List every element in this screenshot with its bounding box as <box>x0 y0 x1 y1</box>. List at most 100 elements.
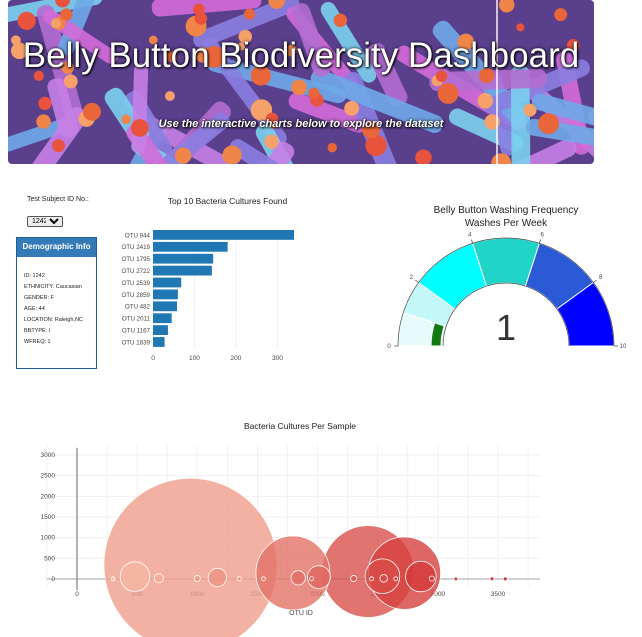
bubble-otu[interactable] <box>309 576 314 582</box>
gauge-tick-label: 0 <box>387 344 391 350</box>
bubble-y-tick-label: 500 <box>44 555 55 562</box>
bar-x-tick-label: 200 <box>231 355 242 362</box>
header-banner: Belly Button Biodiversity Dashboard Use … <box>8 0 594 164</box>
bubble-otu[interactable] <box>261 576 266 582</box>
bubble-otu[interactable] <box>502 576 508 582</box>
bacteria-coccus <box>308 87 320 99</box>
bar-x-tick-label: 100 <box>189 355 200 362</box>
bubble-otu[interactable] <box>236 576 242 582</box>
gauge-tick <box>415 279 419 283</box>
bubble-otu[interactable] <box>207 567 227 588</box>
gauge-tick <box>471 239 473 244</box>
bacteria-coccus <box>523 103 537 117</box>
bubble-y-tick-label: 3000 <box>41 452 56 459</box>
banner-divider <box>496 0 498 164</box>
top-otu-bar-chart[interactable]: 0 100 200 300 OTU 944 OTU 2419 OTU 1795 OTU 272… <box>108 225 308 375</box>
bar-otu[interactable] <box>153 241 228 252</box>
bacteria-coccus <box>477 92 494 109</box>
bar-chart-title: Top 10 Bacteria Cultures Found <box>167 196 288 206</box>
bar-x-tick-label: 0 <box>151 355 155 362</box>
bar-y-tick-label: OTU 2011 <box>122 316 151 323</box>
bacteria-rod <box>131 63 149 153</box>
bar-y-tick-label: OTU 1839 <box>121 339 150 346</box>
bubble-y-tick-label: 2500 <box>41 473 56 480</box>
bacteria-coccus <box>174 147 192 164</box>
bubble-otu[interactable] <box>110 576 116 582</box>
demographic-info-heading: Demographic Info <box>17 238 96 257</box>
page-subtitle: Use the interactive charts below to expl… <box>158 118 444 130</box>
bar-y-tick-label: OTU 2859 <box>121 292 150 299</box>
bubble-otu[interactable] <box>379 574 388 583</box>
gauge-tick <box>593 279 597 283</box>
bubble-otu[interactable] <box>369 576 375 582</box>
bubble-x-tick-label: 0 <box>75 591 79 598</box>
bar-y-tick-label: OTU 1795 <box>121 256 150 263</box>
bar-otu[interactable] <box>153 289 178 300</box>
bubble-x-tick-label: 3500 <box>491 591 506 598</box>
bacteria-coccus <box>437 83 459 104</box>
bar-otu[interactable] <box>153 301 178 312</box>
bacteria-coccus <box>222 145 242 164</box>
bubble-x-axis-title: OTU ID <box>289 610 313 617</box>
bubble-otu[interactable] <box>119 561 151 592</box>
bubble-y-tick-label: 2000 <box>41 493 56 500</box>
bacteria-coccus <box>50 18 61 29</box>
bar-otu[interactable] <box>153 325 168 335</box>
bubble-otu[interactable] <box>350 575 358 582</box>
gauge-tick <box>539 239 541 244</box>
bubble-otu[interactable] <box>153 573 164 584</box>
bar-otu[interactable] <box>153 277 182 288</box>
demographic-row-ethnicity: ETHNICITY: Caucasian <box>24 284 82 290</box>
bar-otu[interactable] <box>153 265 212 276</box>
bacteria-coccus <box>554 8 568 22</box>
demographic-row-id: ID: 1242 <box>24 273 45 279</box>
bacteria-coccus <box>165 91 175 101</box>
demographic-row-wfreq: WFREQ: 1 <box>24 339 51 345</box>
bacteria-coccus <box>264 134 279 149</box>
bubble-otu[interactable] <box>393 576 399 582</box>
bar-otu[interactable] <box>153 253 214 264</box>
bubble-otu[interactable] <box>428 575 435 582</box>
demographic-info-panel: Demographic Info ID: 1242 ETHNICITY: Cau… <box>16 237 97 369</box>
demographic-info-list: ID: 1242 ETHNICITY: Caucasian GENDER: F … <box>17 257 96 348</box>
gauge-tick-label: 2 <box>410 275 414 281</box>
subject-select-label: Test Subject ID No.: <box>27 196 89 203</box>
demographic-row-bbtype: BBTYPE: I <box>24 328 51 334</box>
bubble-y-tick-label: 1000 <box>41 535 56 542</box>
gauge-value-label: 1 <box>496 307 516 348</box>
bubble-otu[interactable] <box>103 477 278 637</box>
bar-otu[interactable] <box>153 313 172 324</box>
bacteria-coccus <box>17 11 36 30</box>
microbe-banner-image <box>8 0 594 164</box>
bacteria-coccus <box>244 8 255 20</box>
bacteria-coccus <box>60 8 73 21</box>
bacteria-coccus <box>52 139 65 153</box>
subject-id-dropdown[interactable]: 1242 <box>27 216 63 227</box>
demographic-row-gender: GENDER: F <box>24 295 54 301</box>
bubble-otu[interactable] <box>489 576 495 582</box>
bubble-chart-title: Bacteria Cultures Per Sample <box>244 421 356 431</box>
gauge-tick-label: 4 <box>468 233 472 239</box>
bacteria-coccus <box>63 74 78 89</box>
bubble-otu[interactable] <box>290 570 306 586</box>
bar-otu[interactable] <box>153 337 165 347</box>
bacteria-coccus <box>194 12 208 25</box>
bar-x-tick-label: 300 <box>272 355 283 362</box>
bar-y-tick-label: OTU 2419 <box>121 244 150 251</box>
bubble-y-tick-label: 1500 <box>41 514 56 521</box>
washing-frequency-gauge[interactable]: 0 2 4 6 8 10 1 <box>385 228 635 358</box>
bar-otu[interactable] <box>153 230 294 240</box>
demographic-row-age: AGE: 44 <box>24 306 45 312</box>
gauge-title: Belly Button Washing Frequency <box>433 205 579 216</box>
bar-y-tick-label: OTU 2722 <box>121 268 150 275</box>
bubble-otu[interactable] <box>193 575 201 582</box>
demographic-row-location: LOCATION: Raleigh,NC <box>24 317 83 323</box>
otu-bubble-chart[interactable]: 0500100015002000250030000500100015002000… <box>0 440 642 637</box>
bubble-otu[interactable] <box>453 576 459 582</box>
gauge-tick-label: 6 <box>540 233 544 239</box>
bar-y-tick-label: OTU 482 <box>125 304 151 311</box>
gauge-tick-label: 10 <box>620 344 627 350</box>
bacteria-coccus <box>327 142 337 153</box>
bacteria-coccus <box>516 23 525 32</box>
bacteria-coccus <box>344 100 360 116</box>
